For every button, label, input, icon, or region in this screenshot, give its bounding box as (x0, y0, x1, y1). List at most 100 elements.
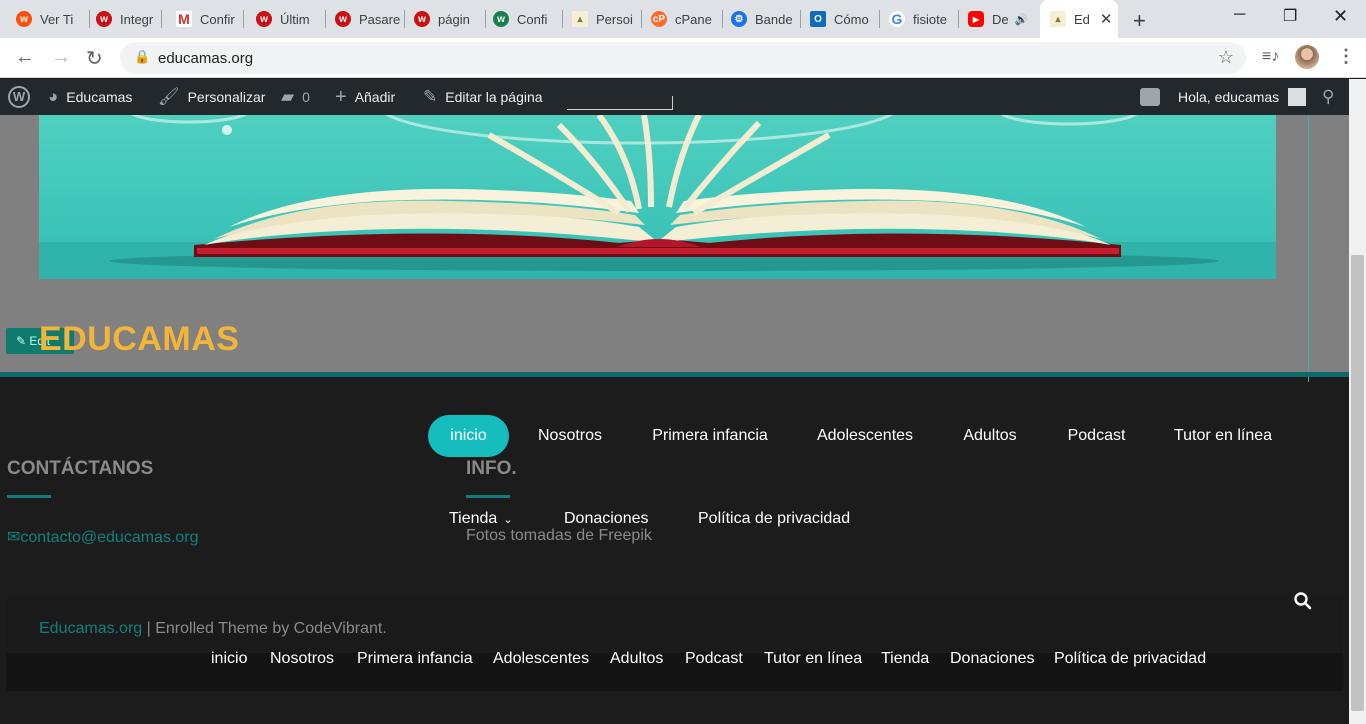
wattpad-icon: w (335, 11, 351, 27)
nav-item-nosotros[interactable]: Nosotros (528, 415, 612, 457)
google-icon: G (889, 11, 905, 27)
lock-icon: 🔒 (134, 49, 151, 64)
footer-link[interactable]: Política de privacidad (1054, 650, 1206, 668)
footer-link[interactable]: inicio (211, 650, 247, 668)
edit-icon: ✎ (16, 334, 30, 348)
footer-link[interactable]: Tienda (881, 650, 929, 668)
browser-tab[interactable]: Gfisiote (889, 6, 959, 32)
footer-link[interactable]: Donaciones (950, 650, 1035, 668)
divider-line (1308, 115, 1309, 382)
dashboard-icon: ◕ (48, 87, 59, 106)
adminbar-account[interactable]: Hola, educamas (1178, 79, 1307, 115)
footer-link[interactable]: Primera infancia (357, 650, 473, 668)
gear-icon: ⚙ (731, 11, 747, 27)
adminbar-site[interactable]: ◕ Educamas (48, 79, 132, 115)
cpanel-icon: cP (651, 11, 667, 27)
plus-icon: + (335, 85, 347, 108)
adminbar-add[interactable]: + Añadir (335, 79, 395, 115)
browser-tab[interactable]: w Pasare (335, 6, 405, 32)
adminbar-edit-page[interactable]: ✎ Editar la página (423, 79, 543, 115)
wattpad-green-icon: w (493, 11, 509, 27)
notes-icon (1140, 88, 1160, 106)
widget-underline (7, 495, 51, 498)
scrollbar-thumb[interactable] (1351, 255, 1364, 711)
footer-link[interactable]: Podcast (685, 650, 743, 668)
browser-tab[interactable]: M Confir (176, 6, 244, 32)
reload-button[interactable]: ↻ (86, 46, 103, 71)
youtube-icon: ▶ (968, 11, 984, 27)
audio-playing-icon[interactable]: 🔊 (1015, 13, 1029, 26)
widget-title-contact: CONTÁCTANOS (7, 458, 154, 479)
media-controls-icon[interactable]: ≡♪ (1262, 48, 1279, 66)
envelope-icon: ✉ (7, 529, 21, 546)
url-text[interactable]: educamas.org (158, 50, 253, 67)
footer-link[interactable]: Adolescentes (493, 650, 589, 668)
book-icon: ▴ (1050, 11, 1066, 27)
site-title[interactable]: EDUCAMAS (39, 320, 239, 359)
browser-tab[interactable]: w Ver Ti (16, 6, 90, 32)
minimize-button[interactable]: ─ (1234, 6, 1245, 24)
footer-link[interactable]: Nosotros (270, 650, 334, 668)
wordpress-logo-icon[interactable]: W (8, 79, 30, 115)
performance-graph (567, 96, 673, 110)
wattpad-icon: w (414, 11, 430, 27)
avatar[interactable] (1295, 45, 1319, 69)
close-window-button[interactable]: ✕ (1333, 6, 1348, 27)
nav-item-tienda[interactable]: Tienda ⌄ (449, 510, 513, 534)
nav-item-inicio[interactable]: inicio (428, 415, 509, 457)
book-icon: ▴ (572, 11, 588, 27)
browser-tab[interactable]: O Cómo (810, 6, 880, 32)
nav-item-adolescentes[interactable]: Adolescentes (808, 415, 922, 457)
main-navigation: inicio Nosotros Primera infancia Adolesc… (0, 415, 1349, 457)
bookmark-star-icon[interactable]: ☆ (1218, 47, 1234, 68)
browser-tab[interactable]: ▶ De 🔊 (968, 6, 1034, 32)
footer-link[interactable]: Tutor en línea (764, 650, 862, 668)
forward-button[interactable]: → (51, 46, 71, 69)
gmail-icon: M (176, 11, 192, 27)
browser-tab[interactable]: w Confi (493, 6, 563, 32)
address-bar[interactable]: 🔒 educamas.org ☆ (120, 42, 1246, 74)
nav-item-tutor-en-linea[interactable]: Tutor en línea (1168, 415, 1278, 457)
new-tab-button[interactable]: + (1133, 8, 1146, 34)
wp-admin-bar: W ◕ Educamas 🖌 Personalizar ▰ 0 + Añadir ✎ Ed… (0, 79, 1349, 115)
adminbar-search[interactable]: ⚲ (1322, 79, 1334, 115)
nav-item-podcast[interactable]: Podcast (1058, 415, 1135, 457)
browser-tab[interactable]: w Últim (256, 6, 326, 32)
adminbar-comments[interactable]: ▰ 0 (281, 79, 310, 115)
browser-toolbar: ← → ↻ 🔒 educamas.org ☆ (0, 38, 1366, 78)
browser-tab[interactable]: w Integr (96, 6, 162, 32)
maximize-button[interactable]: ❐ (1283, 6, 1297, 26)
wattpad-icon: w (96, 11, 112, 27)
browser-tab[interactable]: w págin (414, 6, 486, 32)
browser-tab[interactable]: ▴ Persoi (572, 6, 642, 32)
chevron-down-icon: ⌄ (503, 514, 513, 526)
nav-item-primera-infancia[interactable]: Primera infancia (645, 415, 775, 457)
nav-item-adultos[interactable]: Adultos (955, 415, 1025, 457)
widget-title-info: INFO. (466, 458, 517, 479)
adminbar-notes[interactable] (1140, 79, 1160, 115)
browser-tab[interactable]: cP cPane (651, 6, 723, 32)
header-accent-bar (0, 372, 1349, 377)
adminbar-customize[interactable]: 🖌 Personalizar (158, 79, 265, 115)
hero-book-illustration (39, 115, 1276, 279)
tab-strip: w Ver Ti w Integr M Confir w Últim w Pasare w… (0, 0, 1366, 38)
nav-item-politica-privacidad[interactable]: Política de privacidad (698, 510, 850, 528)
search-icon[interactable] (1294, 592, 1312, 615)
pencil-icon: ✎ (423, 87, 438, 106)
back-button[interactable]: ← (15, 46, 35, 69)
close-icon[interactable]: ✕ (1100, 10, 1113, 28)
browser-tab[interactable]: ⚙ Bande (731, 6, 801, 32)
credit-link[interactable]: Educamas.org (39, 620, 142, 637)
browser-tab-active[interactable]: ▴ Ed ✕ (1040, 0, 1118, 38)
nav-item-donaciones[interactable]: Donaciones (564, 510, 649, 528)
wattpad-icon: w (16, 11, 32, 27)
page-content: ✎ Edit EDUCAMAS inicio Nosotros Primera … (0, 115, 1349, 724)
site-credit: Educamas.org | Enrolled Theme by CodeVib… (39, 620, 387, 637)
widget-underline (466, 495, 510, 498)
page-scrollbar[interactable] (1349, 79, 1366, 724)
browser-menu-icon[interactable]: ⋮ (1337, 46, 1355, 67)
wattpad-icon: w (256, 11, 272, 27)
contact-email-link[interactable]: ✉contacto@educamas.org (7, 527, 199, 547)
brush-icon: 🖌 (158, 87, 180, 106)
footer-link[interactable]: Adultos (610, 650, 663, 668)
